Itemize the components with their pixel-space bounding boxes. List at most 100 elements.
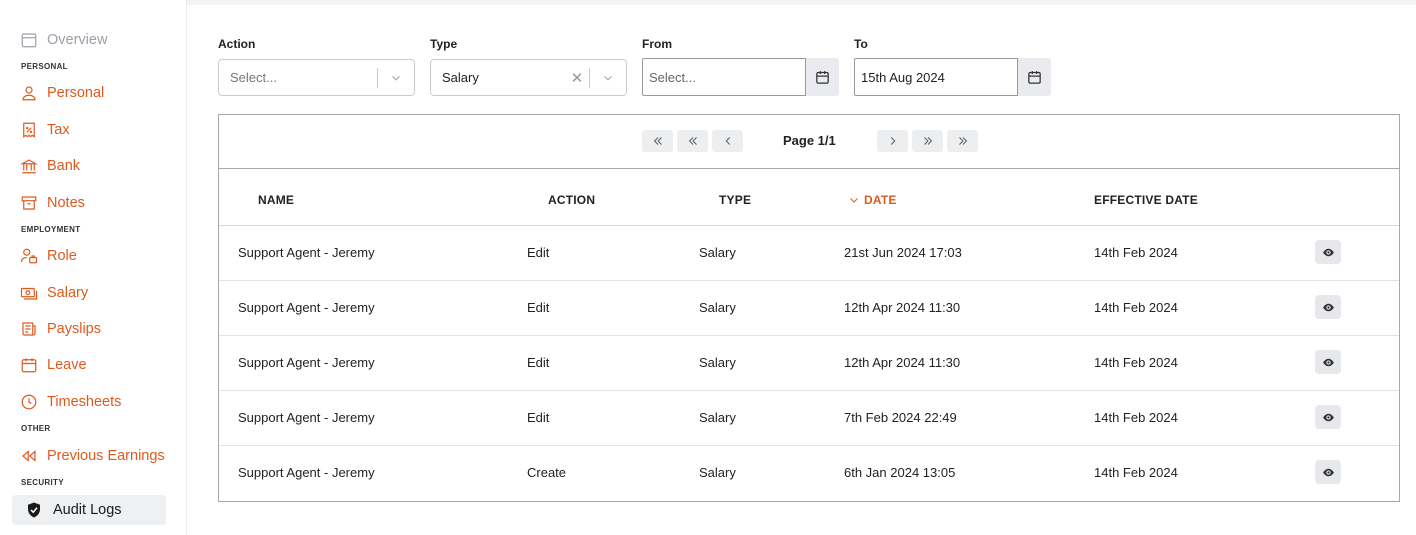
sidebar-item-label: Overview [47, 32, 108, 48]
bank-icon [19, 156, 39, 176]
type-select[interactable]: Salary ✕ [430, 59, 627, 96]
rewind-icon [19, 446, 39, 466]
clock-icon [19, 392, 39, 412]
chevron-right-icon [886, 134, 900, 148]
user-icon [19, 83, 39, 103]
sidebar-item-overview[interactable]: Overview [12, 25, 166, 55]
sidebar-item-label: Salary [47, 285, 89, 301]
cell-action: Edit [527, 300, 550, 315]
chevron-down-icon[interactable] [590, 71, 626, 85]
cell-action: Edit [527, 410, 550, 425]
table-body: Support Agent - Jeremy Edit Salary 21st … [219, 226, 1399, 502]
chevrons-left-icon [686, 134, 700, 148]
column-header-date-label: DATE [864, 193, 897, 207]
to-date-input[interactable]: 15th Aug 2024 [854, 58, 1018, 96]
eye-icon [1322, 246, 1335, 259]
cell-type: Salary [699, 245, 736, 260]
cell-name: Support Agent - Jeremy [238, 300, 375, 315]
section-label-personal: PERSONAL [21, 62, 68, 71]
sidebar-item-label: Previous Earnings [47, 448, 165, 464]
first-page-button[interactable] [642, 130, 673, 152]
chevrons-right-icon [921, 134, 935, 148]
chevron-left-icon [721, 134, 735, 148]
table-header: NAME ACTION TYPE DATE EFFECTIVE DATE [219, 169, 1399, 226]
last-page-button[interactable] [947, 130, 978, 152]
cell-effective-date: 14th Feb 2024 [1094, 355, 1178, 370]
table-row: Support Agent - Jeremy Edit Salary 7th F… [219, 391, 1399, 446]
column-header-date[interactable]: DATE [848, 193, 897, 207]
from-date-input[interactable]: Select... [642, 58, 806, 96]
cell-action: Edit [527, 245, 550, 260]
newspaper-icon [19, 319, 39, 339]
cell-date: 21st Jun 2024 17:03 [844, 245, 962, 260]
calendar-icon [814, 69, 831, 86]
sidebar-item-label: Notes [47, 195, 85, 211]
cell-name: Support Agent - Jeremy [238, 355, 375, 370]
cell-action: Create [527, 465, 567, 480]
section-label-other: OTHER [21, 424, 51, 433]
cell-date: 12th Apr 2024 11:30 [844, 300, 961, 315]
clear-icon[interactable]: ✕ [565, 69, 589, 87]
view-button[interactable] [1315, 405, 1341, 429]
sort-descending-icon [848, 194, 864, 206]
column-header-type[interactable]: TYPE [719, 193, 751, 207]
column-header-action[interactable]: ACTION [548, 193, 595, 207]
chevron-down-icon[interactable] [378, 71, 414, 85]
table-row: Support Agent - Jeremy Edit Salary 21st … [219, 226, 1399, 281]
calendar-icon [1026, 69, 1043, 86]
user-briefcase-icon [19, 246, 39, 266]
sidebar-item-timesheets[interactable]: Timesheets [12, 387, 166, 417]
eye-icon [1322, 301, 1335, 314]
cell-date: 6th Jan 2024 13:05 [844, 465, 956, 480]
type-filter-label: Type [430, 37, 458, 51]
action-select[interactable]: Select... [218, 59, 415, 96]
view-button[interactable] [1315, 295, 1341, 319]
shield-check-icon [24, 500, 44, 520]
pagination-bar: Page 1/1 [219, 115, 1399, 169]
cell-effective-date: 14th Feb 2024 [1094, 300, 1178, 315]
to-filter-label: To [854, 37, 868, 51]
sidebar-item-label: Timesheets [47, 394, 122, 410]
sidebar-item-personal[interactable]: Personal [12, 78, 166, 108]
sidebar-item-notes[interactable]: Notes [12, 188, 166, 218]
sidebar-item-label: Tax [47, 122, 70, 138]
sidebar-item-bank[interactable]: Bank [12, 151, 166, 181]
sidebar-item-audit-logs[interactable]: Audit Logs [12, 495, 166, 525]
sidebar-item-payslips[interactable]: Payslips [12, 314, 166, 344]
archive-icon [19, 193, 39, 213]
sidebar-item-label: Role [47, 248, 77, 264]
view-button[interactable] [1315, 240, 1341, 264]
cell-name: Support Agent - Jeremy [238, 410, 375, 425]
cell-effective-date: 14th Feb 2024 [1094, 245, 1178, 260]
sidebar-item-previous-earnings[interactable]: Previous Earnings [12, 441, 166, 471]
column-header-effective-date[interactable]: EFFECTIVE DATE [1094, 193, 1198, 207]
cell-date: 7th Feb 2024 22:49 [844, 410, 957, 425]
cell-type: Salary [699, 355, 736, 370]
sidebar-item-tax[interactable]: Tax [12, 115, 166, 145]
jump-back-button[interactable] [677, 130, 708, 152]
next-page-button[interactable] [877, 130, 908, 152]
action-select-placeholder: Select... [230, 70, 277, 85]
previous-page-button[interactable] [712, 130, 743, 152]
sidebar-item-leave[interactable]: Leave [12, 350, 166, 380]
page-indicator: Page 1/1 [783, 133, 836, 148]
view-button[interactable] [1315, 460, 1341, 484]
eye-icon [1322, 411, 1335, 424]
eye-icon [1322, 466, 1335, 479]
cell-date: 12th Apr 2024 11:30 [844, 355, 961, 370]
view-button[interactable] [1315, 350, 1341, 374]
cell-effective-date: 14th Feb 2024 [1094, 410, 1178, 425]
sidebar-item-salary[interactable]: Salary [12, 278, 166, 308]
chevrons-double-left-icon [651, 134, 665, 148]
action-filter-label: Action [218, 37, 256, 51]
app-root: Overview PERSONAL Personal Tax Bank Note… [0, 0, 1416, 535]
sidebar-item-role[interactable]: Role [12, 241, 166, 271]
cell-name: Support Agent - Jeremy [238, 245, 375, 260]
banknote-icon [19, 283, 39, 303]
chevrons-double-right-icon [956, 134, 970, 148]
from-calendar-button[interactable] [806, 58, 839, 96]
to-calendar-button[interactable] [1018, 58, 1051, 96]
jump-forward-button[interactable] [912, 130, 943, 152]
column-header-name[interactable]: NAME [258, 193, 294, 207]
top-divider [187, 0, 1416, 5]
